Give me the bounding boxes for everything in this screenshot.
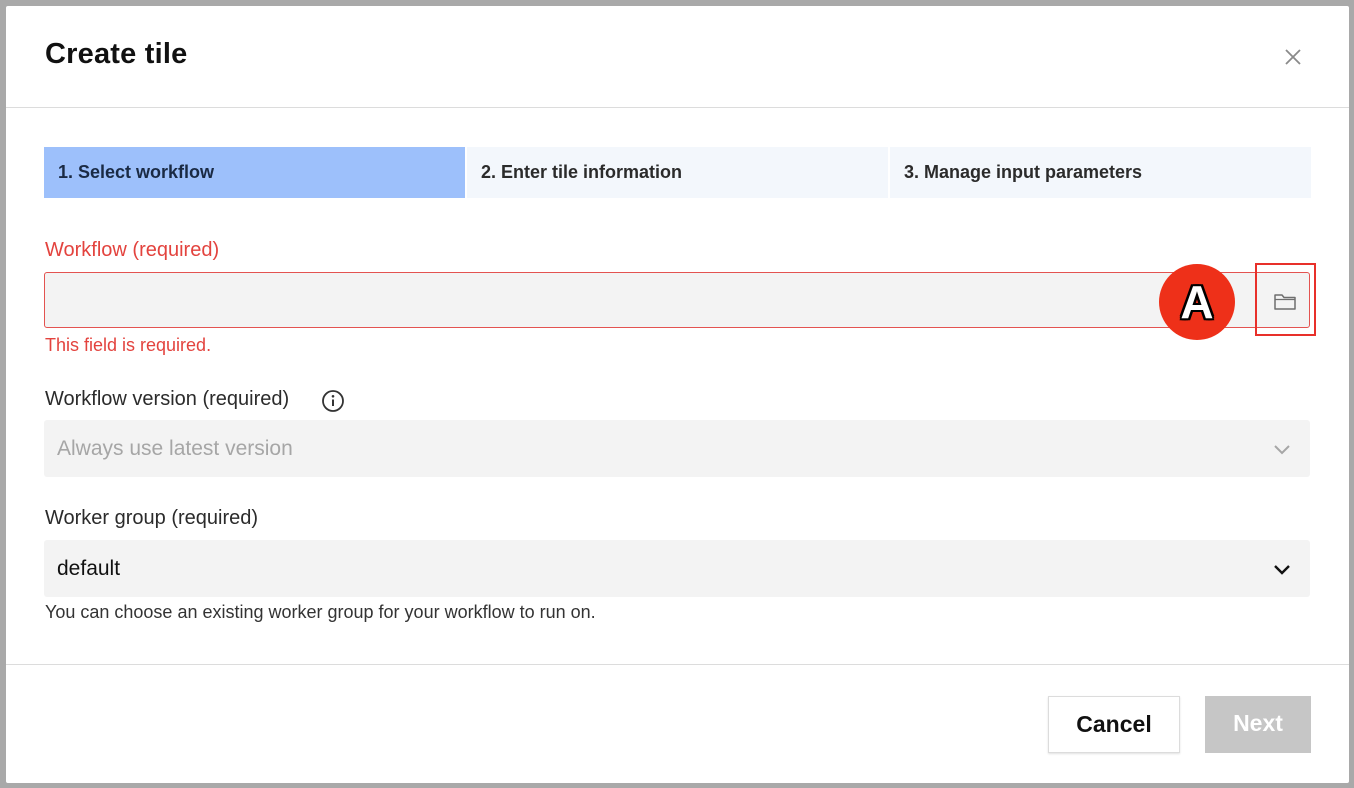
step-select-workflow[interactable]: 1. Select workflow bbox=[44, 147, 465, 198]
worker-group-label: Worker group (required) bbox=[45, 507, 259, 529]
next-button[interactable]: Next bbox=[1205, 696, 1311, 753]
step-manage-input-parameters[interactable]: 3. Manage input parameters bbox=[890, 147, 1311, 198]
dialog-header: Create tile bbox=[6, 6, 1349, 108]
workflow-label: Workflow (required) bbox=[45, 239, 220, 261]
worker-group-helper-text: You can choose an existing worker group … bbox=[45, 602, 596, 622]
chevron-down-icon bbox=[1274, 445, 1290, 455]
workflow-error-message: This field is required. bbox=[45, 335, 212, 355]
workflow-input[interactable] bbox=[44, 272, 1310, 328]
browse-workflow-button[interactable] bbox=[1255, 263, 1316, 336]
create-tile-dialog: Create tile 1. Select workflow 2. Enter … bbox=[6, 6, 1349, 783]
worker-group-select[interactable]: default bbox=[44, 540, 1310, 597]
worker-group-value: default bbox=[57, 557, 121, 580]
workflow-version-label: Workflow version (required) bbox=[45, 388, 290, 410]
close-icon[interactable] bbox=[1281, 45, 1305, 69]
workflow-version-value: Always use latest version bbox=[57, 437, 293, 460]
cancel-button[interactable]: Cancel bbox=[1048, 696, 1180, 753]
chevron-down-icon bbox=[1274, 565, 1290, 575]
workflow-version-select: Always use latest version bbox=[44, 420, 1310, 477]
info-icon[interactable] bbox=[321, 389, 345, 418]
folder-icon bbox=[1274, 294, 1296, 310]
dialog-title: Create tile bbox=[45, 38, 188, 70]
annotation-badge: A bbox=[1159, 264, 1235, 340]
step-enter-tile-information[interactable]: 2. Enter tile information bbox=[467, 147, 888, 198]
stepper: 1. Select workflow 2. Enter tile informa… bbox=[44, 147, 1311, 198]
